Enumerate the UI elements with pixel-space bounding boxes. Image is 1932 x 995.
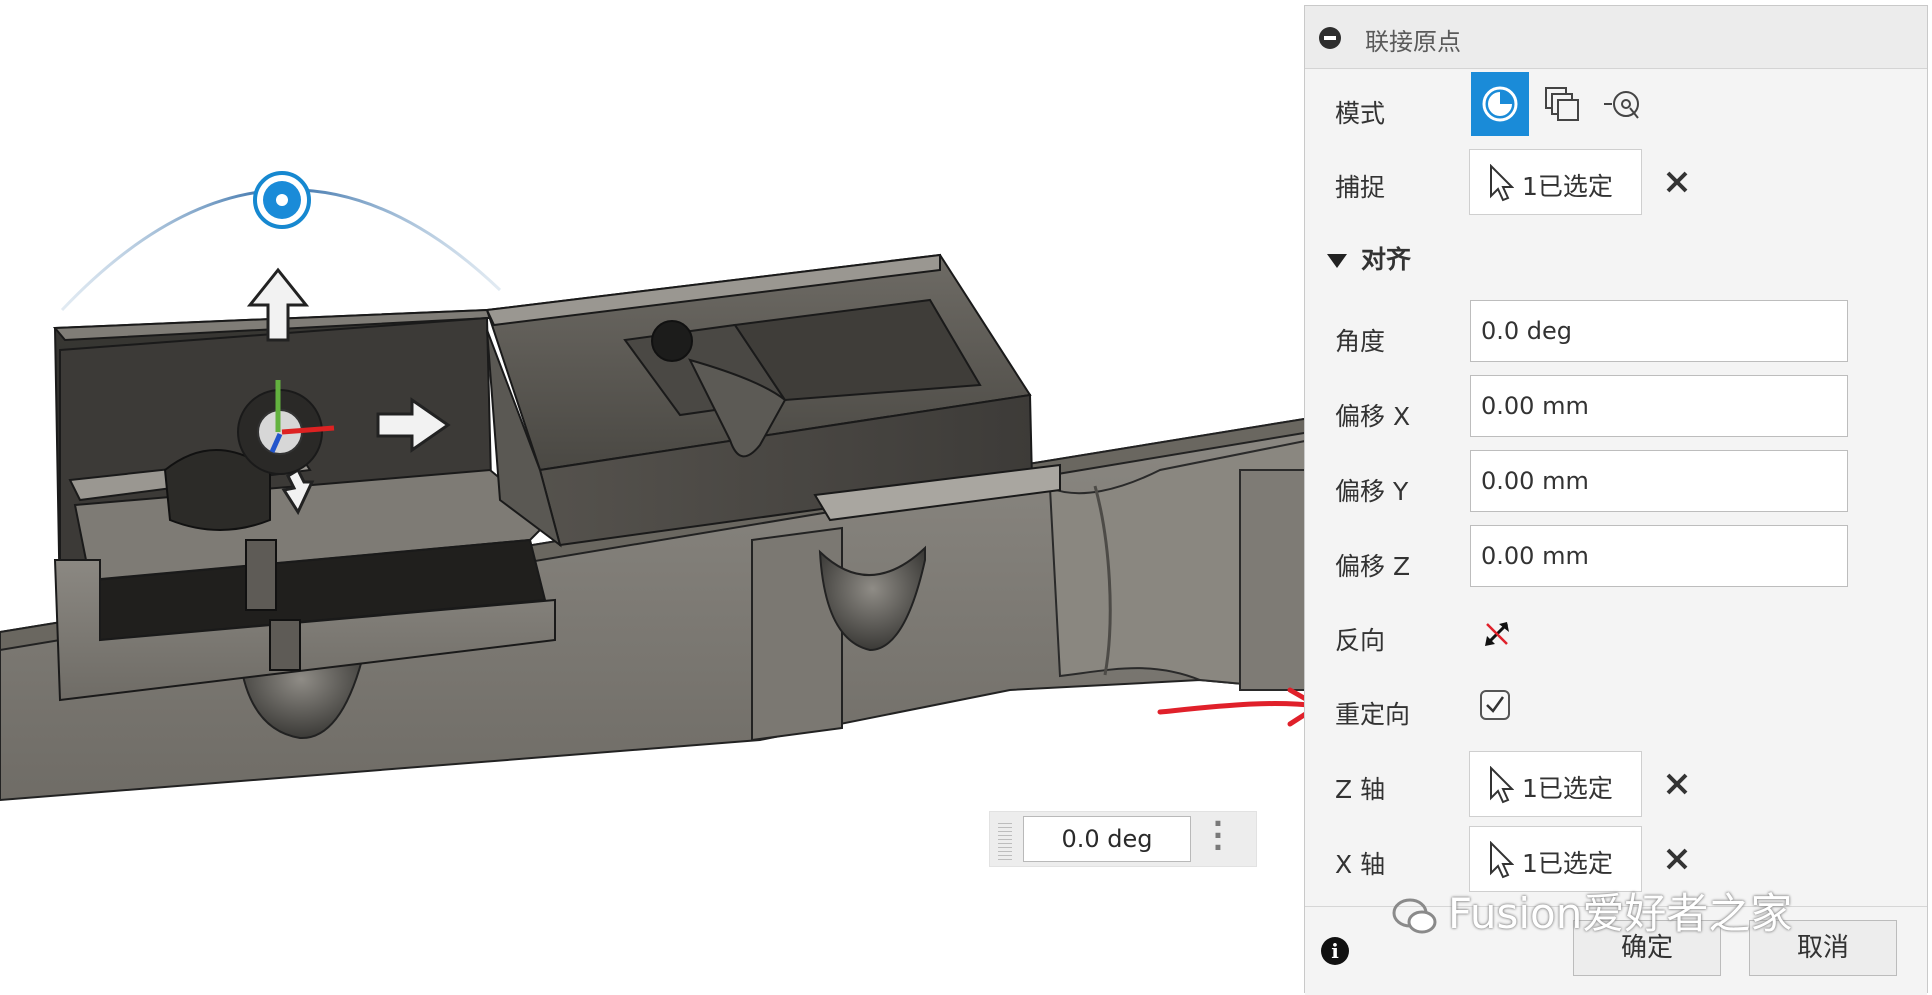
clear-x-axis-icon[interactable]	[1663, 845, 1691, 873]
clear-z-axis-icon[interactable]	[1663, 770, 1691, 798]
x-axis-label: X 轴	[1335, 850, 1386, 879]
offset-z-input[interactable]: 0.00 mm	[1470, 525, 1848, 587]
joint-origin-dialog: 联接原点 模式 捕捉 1已选定 对齐 角度 0.0 deg 偏移 X 0.00 …	[1304, 5, 1928, 995]
watermark-text: Fusion爱好者之家	[1448, 889, 1793, 938]
watermark: Fusion爱好者之家	[1392, 880, 1792, 941]
simple-mode-icon	[1482, 86, 1518, 122]
mode-label: 模式	[1335, 99, 1386, 128]
wechat-icon	[1392, 898, 1437, 933]
mode-simple-button[interactable]	[1471, 72, 1529, 136]
more-options-icon[interactable]: · · ·	[1208, 810, 1228, 862]
reorient-checkbox[interactable]	[1480, 690, 1510, 720]
cursor-select-icon	[1490, 841, 1514, 879]
edge-intersection-icon	[1604, 91, 1639, 119]
angle-label: 角度	[1335, 327, 1386, 356]
info-icon[interactable]: i	[1321, 937, 1349, 965]
align-section-title: 对齐	[1361, 245, 1412, 274]
cursor-select-icon	[1490, 766, 1514, 804]
align-section-header[interactable]: 对齐	[1327, 240, 1411, 276]
dialog-title: 联接原点	[1365, 28, 1461, 56]
collapse-triangle-icon	[1327, 254, 1347, 268]
snap-selection-box[interactable]: 1已选定	[1469, 149, 1642, 215]
clear-snap-icon[interactable]	[1663, 168, 1691, 196]
cursor-select-icon	[1490, 164, 1514, 202]
flip-label: 反向	[1335, 626, 1386, 655]
offset-y-input[interactable]: 0.00 mm	[1470, 450, 1848, 512]
angle-input[interactable]: 0.0 deg	[1470, 300, 1848, 362]
z-axis-selection-text: 1已选定	[1522, 774, 1613, 803]
offset-x-label: 偏移 X	[1335, 402, 1411, 431]
x-axis-selection-text: 1已选定	[1522, 849, 1613, 878]
collapse-icon[interactable]	[1319, 27, 1341, 49]
checkmark-icon	[1486, 696, 1505, 713]
flip-icon[interactable]	[1481, 618, 1513, 650]
mode-two-edge-intersection-button[interactable]	[1595, 72, 1653, 136]
z-axis-selection-box[interactable]: 1已选定	[1469, 751, 1642, 817]
dialog-titlebar[interactable]: 联接原点	[1305, 6, 1927, 69]
viewport-angle-input-panel: 0.0 deg · · ·	[989, 810, 1257, 867]
snap-label: 捕捉	[1335, 173, 1386, 202]
snap-selection-text: 1已选定	[1522, 172, 1613, 201]
offset-x-input[interactable]: 0.00 mm	[1470, 375, 1848, 437]
mode-between-two-faces-button[interactable]	[1533, 72, 1591, 136]
drag-grip-icon[interactable]	[998, 820, 1012, 860]
between-faces-icon	[1545, 87, 1579, 121]
offset-z-label: 偏移 Z	[1335, 552, 1411, 581]
viewport-angle-input[interactable]: 0.0 deg	[1023, 816, 1191, 862]
z-axis-label: Z 轴	[1335, 775, 1386, 804]
reorient-label: 重定向	[1335, 700, 1411, 729]
offset-y-label: 偏移 Y	[1335, 477, 1409, 506]
